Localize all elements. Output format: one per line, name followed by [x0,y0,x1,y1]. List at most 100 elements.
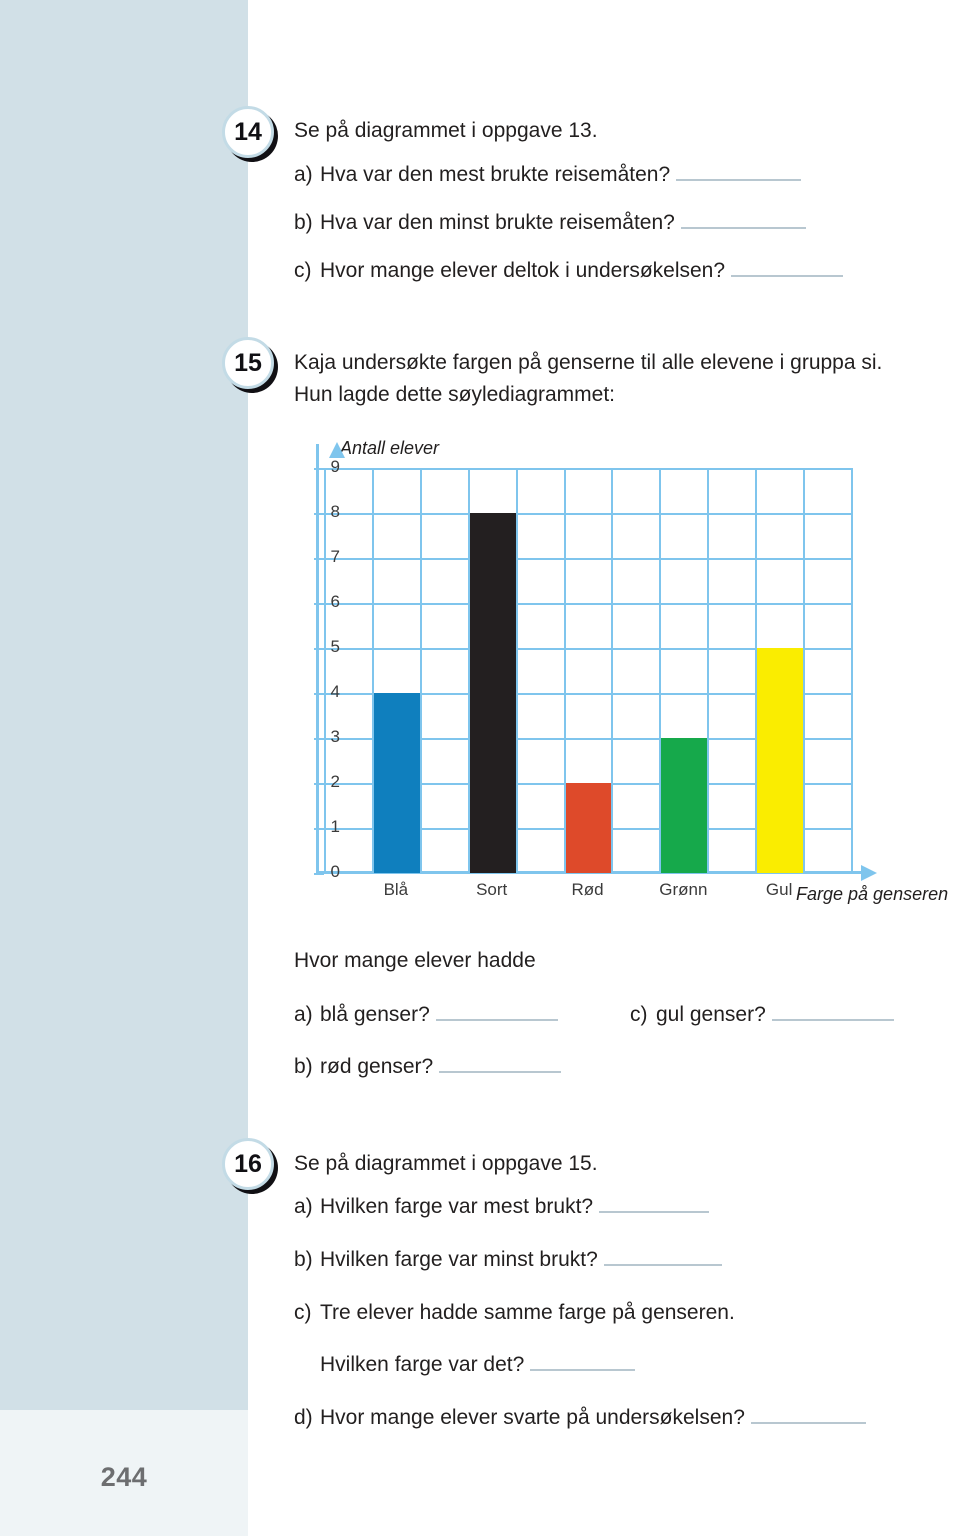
item-text: Hva var den minst brukte reisemåten? [320,211,675,234]
item-marker: c) [294,259,312,282]
task-15-prompt: Hvor mange elever hadde [294,949,536,972]
chart-y-tick [314,603,324,605]
badge-number: 14 [234,118,262,146]
item-text: Hvilken farge var minst brukt? [320,1248,598,1271]
answer-line[interactable] [435,1002,558,1021]
answer-line[interactable] [750,1405,866,1424]
chart-gridline-vertical [851,468,853,873]
answer-line[interactable] [771,1002,894,1021]
chart-y-tick [314,468,324,470]
item-text: Hva var den mest brukte reisemåten? [320,163,671,186]
chart-y-tick [314,873,324,875]
item-text: Hvilken farge var mest brukt? [320,1195,594,1218]
item-text: Tre elever hadde samme farge på genseren… [320,1301,735,1324]
task-15-intro-line2: Hun lagde dette søylediagrammet: [294,383,615,406]
answer-line[interactable] [680,210,806,229]
task-14-item-a: a) Hva var den mest brukte reisemåten? [294,160,802,190]
chart-x-tick-label: Sort [476,880,508,899]
item-marker: a) [294,163,313,186]
chart-gridline-horizontal [324,603,851,605]
chart-y-tick-label: 3 [330,727,340,746]
item-marker: a) [294,1195,313,1218]
chart-y-tick-label: 9 [330,457,340,476]
chart-x-tick-label: Rød [571,880,604,899]
chart-y-tick [314,648,324,650]
chart-y-tick-label: 1 [330,817,340,836]
x-axis-arrow-icon [861,865,877,881]
chart-y-axis-label: Antall elever [340,438,440,458]
chart-y-tick-label: 8 [330,502,340,521]
task-16-item-c-continued: Hvilken farge var det? [294,1350,636,1380]
bar-chart: Antall elever 0 1 2 3 4 5 6 7 8 9 Farge på genser… [296,436,948,916]
item-text: Hvor mange elever deltok i undersøkelsen… [320,259,726,282]
item-marker: b) [294,211,313,234]
badge-number: 16 [234,1150,262,1178]
chart-gridline-vertical [419,468,422,873]
chart-y-tick [314,558,324,560]
answer-line[interactable] [439,1054,562,1073]
page-number: 244 [100,1462,148,1492]
task-16-item-a: a) Hvilken farge var mest brukt? [294,1192,710,1222]
answer-line[interactable] [676,162,802,181]
chart-y-tick-label: 6 [330,592,340,611]
decorative-sidebar [0,0,248,1410]
chart-bar [469,513,516,873]
item-text: blå genser? [320,1003,430,1026]
chart-x-axis-label: Farge på genseren [796,884,949,904]
item-text: gul genser? [656,1003,766,1026]
answer-line[interactable] [731,258,844,277]
task-badge-15: 15 [222,337,278,393]
chart-x-tick-label: Gul [765,880,793,899]
item-marker: b) [294,1248,313,1271]
answer-line[interactable] [530,1352,636,1371]
task-14-item-c: c) Hvor mange elever deltok i undersøkels… [294,256,844,286]
task-badge-14: 14 [222,106,278,162]
chart-gridline-vertical [515,468,518,873]
task-16-intro: Se på diagrammet i oppgave 15. [294,1152,598,1175]
item-text: Hvor mange elever svarte på undersøkelse… [320,1406,745,1429]
chart-bar [373,693,420,873]
item-text: rød genser? [320,1055,434,1078]
answer-line[interactable] [603,1247,722,1266]
answer-line[interactable] [599,1194,710,1213]
task-16-item-c: c) Tre elever hadde samme farge på genser… [294,1298,735,1328]
chart-y-tick-label: 0 [330,862,340,881]
item-text: Hvilken farge var det? [320,1353,525,1376]
chart-y-tick-label: 7 [330,547,340,566]
task-badge-16: 16 [222,1138,278,1194]
chart-y-tick [314,693,324,695]
task-15-item-b: b) rød genser? [294,1052,562,1082]
item-marker: b) [294,1055,313,1078]
chart-bar [661,738,708,873]
chart-plot-area: 0 1 2 3 4 5 6 7 8 9 [314,457,853,881]
chart-gridline-vertical [707,468,710,873]
chart-y-tick [314,738,324,740]
chart-y-tick [314,513,324,515]
task-16-item-b: b) Hvilken farge var minst brukt? [294,1245,722,1275]
task-15-intro-line1: Kaja undersøkte fargen på genserne til a… [294,351,883,374]
item-marker: c) [630,1003,648,1026]
chart-y-tick-label: 5 [330,637,340,656]
task-15-item-c: c) gul genser? [630,1000,894,1030]
task-15-item-a: a) blå genser? [294,1000,558,1030]
y-axis-arrow-icon [329,442,345,458]
chart-x-tick-label: Grønn [659,880,708,899]
chart-bar [757,648,804,873]
chart-gridline-horizontal [324,468,851,470]
task-14-intro: Se på diagrammet i oppgave 13. [294,119,598,142]
chart-gridline-vertical [611,468,614,873]
task-16-item-d: d) Hvor mange elever svarte på undersøkel… [294,1403,866,1433]
chart-y-tick [314,828,324,830]
chart-gridline-vertical [803,468,806,873]
chart-y-tick-label: 2 [330,772,340,791]
chart-bar [565,783,612,873]
item-marker: c) [294,1301,312,1324]
chart-y-tick-label: 4 [330,682,340,701]
item-marker: d) [294,1406,313,1429]
chart-gridline-horizontal [324,558,851,560]
chart-gridline-horizontal [324,513,851,515]
item-marker: a) [294,1003,313,1026]
chart-y-tick [314,783,324,785]
chart-x-tick-label: Blå [383,880,409,899]
task-14-item-b: b) Hva var den minst brukte reisemåten? [294,208,806,238]
